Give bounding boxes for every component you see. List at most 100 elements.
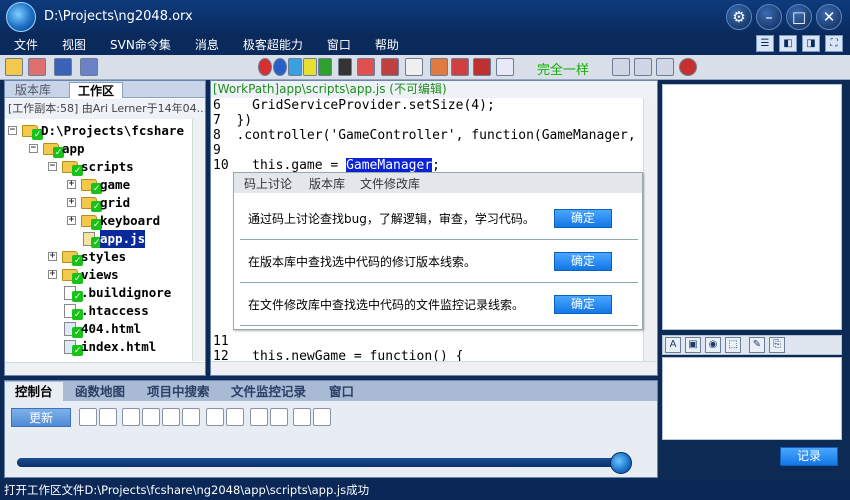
confirm-discussion-button[interactable]: 确定	[554, 209, 612, 228]
code-line: 7 })	[213, 113, 252, 128]
star-icon[interactable]	[79, 408, 97, 426]
popup-tab-file-changes[interactable]: 文件修改库	[360, 175, 420, 192]
tree-item-label: .htaccess	[81, 303, 149, 318]
qq-icon[interactable]	[288, 58, 302, 76]
code-line: 9	[213, 143, 236, 158]
menu-help[interactable]: 帮助	[363, 36, 411, 53]
menu-messages[interactable]: 消息	[183, 36, 231, 53]
attachment-icon[interactable]: ⎘	[769, 337, 785, 353]
selected-text: GameManager	[346, 158, 433, 173]
dock-right-icon[interactable]: ◨	[802, 35, 820, 52]
tab-function-map[interactable]: 函数地图	[65, 382, 135, 401]
dock-left-icon[interactable]: ◧	[779, 35, 797, 52]
menu-window[interactable]: 窗口	[315, 36, 363, 53]
confirm-file-changes-button[interactable]: 确定	[554, 295, 612, 314]
settings-gear-icon[interactable]: ⚙	[726, 4, 752, 30]
history-icon[interactable]	[381, 58, 399, 76]
insert-image-icon[interactable]: ▣	[685, 337, 701, 353]
menu-file[interactable]: 文件	[0, 36, 50, 53]
expand-icon[interactable]: +	[48, 270, 57, 279]
edit-icon[interactable]	[430, 58, 448, 76]
tree-item-label: keyboard	[100, 213, 161, 228]
expand-icon[interactable]: +	[67, 180, 76, 189]
popup-tab-repository[interactable]: 版本库	[309, 175, 345, 192]
more-dropdown-icon[interactable]	[338, 58, 352, 76]
collapse-icon[interactable]: −	[29, 144, 38, 153]
search-prev-icon[interactable]	[206, 408, 224, 426]
menu-svn[interactable]: SVN命令集	[98, 36, 183, 53]
menu-geek[interactable]: 极客超能力	[231, 36, 315, 53]
editor-horizontal-scrollbar[interactable]	[211, 361, 657, 375]
pin-icon[interactable]: ✎	[749, 337, 765, 353]
weibo-icon[interactable]	[258, 58, 272, 76]
progress-slider[interactable]	[17, 452, 632, 474]
note-icon[interactable]	[303, 58, 317, 76]
menu-bar: 文件 视图 SVN命令集 消息 极客超能力 窗口 帮助	[0, 33, 850, 55]
tab-console[interactable]: 控制台	[5, 382, 63, 401]
tab-project-search[interactable]: 项目中搜索	[137, 382, 220, 401]
search-repo-icon[interactable]	[28, 58, 46, 76]
refresh-icon[interactable]	[679, 58, 697, 76]
minimize-button[interactable]: –	[756, 4, 782, 30]
line-text: GridServiceProvider.setSize(4);	[236, 98, 495, 113]
layout-list-icon[interactable]: ☰	[756, 35, 774, 52]
open-folder-icon[interactable]	[5, 58, 23, 76]
font-icon[interactable]: A	[665, 337, 681, 353]
copy-icon[interactable]	[99, 408, 117, 426]
camera-icon[interactable]: ◉	[705, 337, 721, 353]
flag-icon[interactable]	[250, 408, 268, 426]
share-icon[interactable]	[273, 58, 287, 76]
tree-item-label: D:\Projects\fcshare	[41, 123, 184, 138]
wechat-icon[interactable]	[318, 58, 332, 76]
code-line: 6 GridServiceProvider.setSize(4);	[213, 98, 495, 113]
find-icon[interactable]	[357, 58, 375, 76]
tab-file-monitor[interactable]: 文件监控记录	[221, 382, 316, 401]
progress-knob[interactable]	[609, 452, 632, 474]
align-center-icon[interactable]	[634, 58, 652, 76]
tab-window[interactable]: 窗口	[319, 382, 364, 401]
image-icon[interactable]	[313, 408, 331, 426]
line-text: })	[236, 113, 253, 128]
editor-vertical-scrollbar[interactable]	[643, 98, 657, 363]
expand-icon[interactable]: +	[67, 198, 76, 207]
asterisk-icon[interactable]	[122, 408, 140, 426]
expand-icon[interactable]: +	[67, 216, 76, 225]
print-icon[interactable]	[405, 58, 423, 76]
refresh-button[interactable]: 更新	[11, 408, 71, 427]
tab-workspace[interactable]: 工作区	[69, 82, 124, 98]
asterisk-add-icon[interactable]	[142, 408, 160, 426]
search-next-icon[interactable]	[226, 408, 244, 426]
save-icon[interactable]	[54, 58, 72, 76]
collapse-icon[interactable]: −	[8, 126, 17, 135]
compare-icon[interactable]	[451, 58, 469, 76]
code-line: 11	[213, 334, 236, 349]
expand-icon[interactable]: +	[48, 252, 57, 261]
popup-tab-discussion[interactable]: 码上讨论	[244, 175, 292, 192]
align-left-icon[interactable]	[612, 58, 630, 76]
popup-row-repository: 在版本库中查找选中代码的修订版本线索。 确定	[240, 241, 638, 283]
popup-row-text: 通过码上讨论查找bug，了解逻辑，审查，学习代码。	[248, 212, 535, 226]
asterisk-edit-icon[interactable]	[182, 408, 200, 426]
magnify-icon[interactable]	[496, 58, 514, 76]
filter-icon[interactable]	[80, 58, 98, 76]
menu-view[interactable]: 视图	[50, 36, 98, 53]
collapse-icon[interactable]: −	[48, 162, 57, 171]
tree-vertical-scrollbar[interactable]	[192, 119, 205, 361]
tab-repository[interactable]: 版本库	[7, 82, 59, 98]
close-button[interactable]: ✕	[816, 4, 842, 30]
tree-horizontal-scrollbar[interactable]	[5, 362, 205, 375]
asterisk-remove-icon[interactable]	[162, 408, 180, 426]
popup-row-file-changes: 在文件修改库中查找选中代码的文件监控记录线索。 确定	[240, 284, 638, 326]
link-icon[interactable]	[270, 408, 288, 426]
marker-icon[interactable]	[473, 58, 491, 76]
fullscreen-icon[interactable]: ⛶	[825, 35, 843, 52]
confirm-repository-button[interactable]: 确定	[554, 252, 612, 271]
comment-input[interactable]	[662, 357, 842, 440]
screenshot-icon[interactable]: ⬚	[725, 337, 741, 353]
line-number: 8	[213, 128, 237, 143]
maximize-button[interactable]: □	[786, 4, 812, 30]
align-right-icon[interactable]	[656, 58, 674, 76]
calendar-icon[interactable]	[293, 408, 311, 426]
popup-row-text: 在版本库中查找选中代码的修订版本线索。	[248, 255, 477, 269]
record-button[interactable]: 记录	[780, 447, 838, 466]
